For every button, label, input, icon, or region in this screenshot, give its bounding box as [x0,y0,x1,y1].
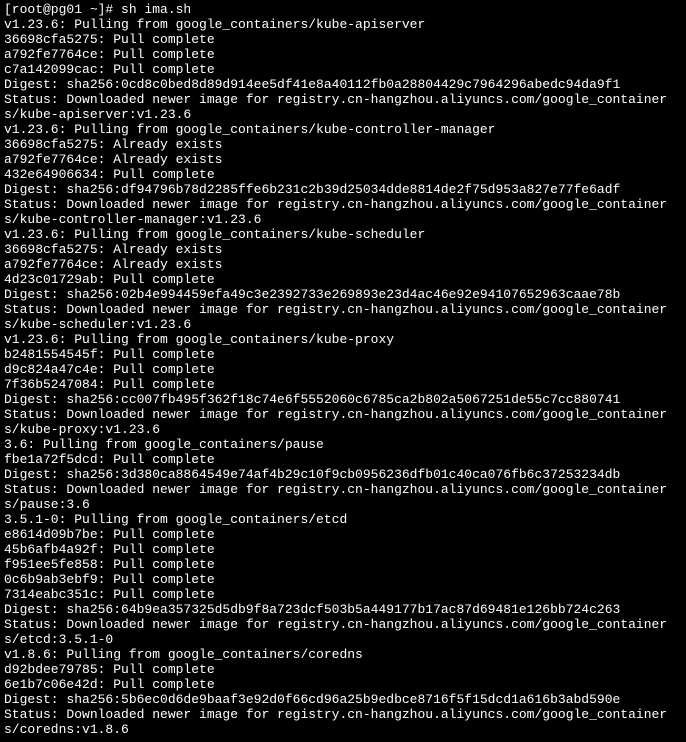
terminal-line: Status: Downloaded newer image for regis… [4,92,682,122]
terminal-line: [root@pg01 ~]# sh ima.sh [4,2,682,17]
terminal-line: 0c6b9ab3ebf9: Pull complete [4,572,682,587]
terminal-line: Digest: sha256:64b9ea357325d5db9f8a723dc… [4,602,682,617]
terminal-line: 3.6: Pulling from google_containers/paus… [4,437,682,452]
terminal-line: e8614d09b7be: Pull complete [4,527,682,542]
terminal-line: Status: Downloaded newer image for regis… [4,302,682,332]
terminal-line: Status: Downloaded newer image for regis… [4,197,682,227]
terminal-line: v1.23.6: Pulling from google_containers/… [4,332,682,347]
terminal-line: f951ee5fe858: Pull complete [4,557,682,572]
terminal-line: Digest: sha256:df94796b78d2285ffe6b231c2… [4,182,682,197]
terminal-line: Status: Downloaded newer image for regis… [4,707,682,737]
terminal-line: 4d23c01729ab: Pull complete [4,272,682,287]
terminal-line: Status: Downloaded newer image for regis… [4,482,682,512]
terminal-line: 45b6afb4a92f: Pull complete [4,542,682,557]
terminal-line: Status: Downloaded newer image for regis… [4,407,682,437]
terminal-line: Digest: sha256:cc007fb495f362f18c74e6f55… [4,392,682,407]
terminal-line: 7314eabc351c: Pull complete [4,587,682,602]
terminal-line: 6e1b7c06e42d: Pull complete [4,677,682,692]
terminal-line: 36698cfa5275: Pull complete [4,32,682,47]
terminal-line: fbe1a72f5dcd: Pull complete [4,452,682,467]
terminal-line: 36698cfa5275: Already exists [4,242,682,257]
terminal-output[interactable]: [root@pg01 ~]# sh ima.shv1.23.6: Pulling… [0,0,686,739]
terminal-line: Digest: sha256:02b4e994459efa49c3e239273… [4,287,682,302]
terminal-line: c7a142099cac: Pull complete [4,62,682,77]
terminal-line: v1.8.6: Pulling from google_containers/c… [4,647,682,662]
terminal-line: Status: Downloaded newer image for regis… [4,617,682,647]
terminal-line: d9c824a47c4e: Pull complete [4,362,682,377]
terminal-line: b2481554545f: Pull complete [4,347,682,362]
terminal-line: Digest: sha256:3d380ca8864549e74af4b29c1… [4,467,682,482]
terminal-line: v1.23.6: Pulling from google_containers/… [4,17,682,32]
terminal-line: 3.5.1-0: Pulling from google_containers/… [4,512,682,527]
terminal-line: 7f36b5247084: Pull complete [4,377,682,392]
terminal-line: v1.23.6: Pulling from google_containers/… [4,227,682,242]
terminal-line: 432e64906634: Pull complete [4,167,682,182]
terminal-line: a792fe7764ce: Already exists [4,152,682,167]
terminal-line: 36698cfa5275: Already exists [4,137,682,152]
terminal-line: d92bdee79785: Pull complete [4,662,682,677]
terminal-line: a792fe7764ce: Already exists [4,257,682,272]
terminal-line: Digest: sha256:5b6ec0d6de9baaf3e92d0f66c… [4,692,682,707]
terminal-line: Digest: sha256:0cd8c0bed8d89d914ee5df41e… [4,77,682,92]
terminal-line: v1.23.6: Pulling from google_containers/… [4,122,682,137]
terminal-line: a792fe7764ce: Pull complete [4,47,682,62]
